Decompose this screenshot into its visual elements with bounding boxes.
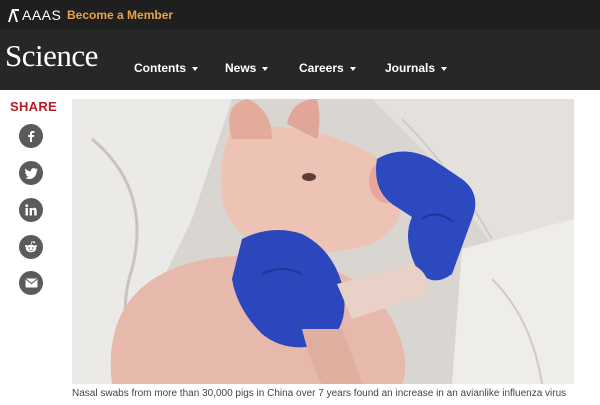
- nav-news[interactable]: News: [225, 60, 269, 76]
- linkedin-icon: [25, 204, 37, 216]
- nav-label: Journals: [385, 61, 436, 75]
- chevron-down-icon: [441, 66, 448, 71]
- chevron-down-icon: [349, 66, 356, 71]
- facebook-icon: [28, 131, 35, 142]
- email-icon: [24, 278, 38, 288]
- nav-contents[interactable]: Contents: [134, 60, 198, 76]
- nav-label: Careers: [299, 61, 344, 75]
- become-member-link[interactable]: Become a Member: [67, 8, 173, 22]
- science-wordmark[interactable]: Science: [5, 40, 98, 71]
- aaas-logo-text: AAAS: [22, 7, 62, 23]
- share-label: SHARE: [10, 99, 58, 114]
- chevron-down-icon: [192, 66, 198, 71]
- nav-careers[interactable]: Careers: [299, 60, 356, 76]
- aaas-mark-icon: [8, 9, 19, 22]
- article-photo: [72, 99, 574, 384]
- share-facebook-button[interactable]: [19, 124, 43, 148]
- share-email-button[interactable]: [19, 271, 43, 295]
- nav-label: News: [225, 61, 257, 75]
- chevron-down-icon: [262, 66, 269, 71]
- top-utility-bar: AAAS Become a Member: [0, 0, 600, 31]
- share-linkedin-button[interactable]: [19, 198, 43, 222]
- reddit-icon: [25, 241, 37, 253]
- share-reddit-button[interactable]: [19, 235, 43, 259]
- nav-label: Contents: [134, 61, 186, 75]
- nav-journals[interactable]: Journals: [385, 60, 448, 76]
- photo-caption: Nasal swabs from more than 30,000 pigs i…: [72, 388, 567, 399]
- aaas-logo[interactable]: AAAS: [7, 7, 61, 23]
- twitter-icon: [24, 167, 37, 179]
- share-twitter-button[interactable]: [19, 161, 43, 185]
